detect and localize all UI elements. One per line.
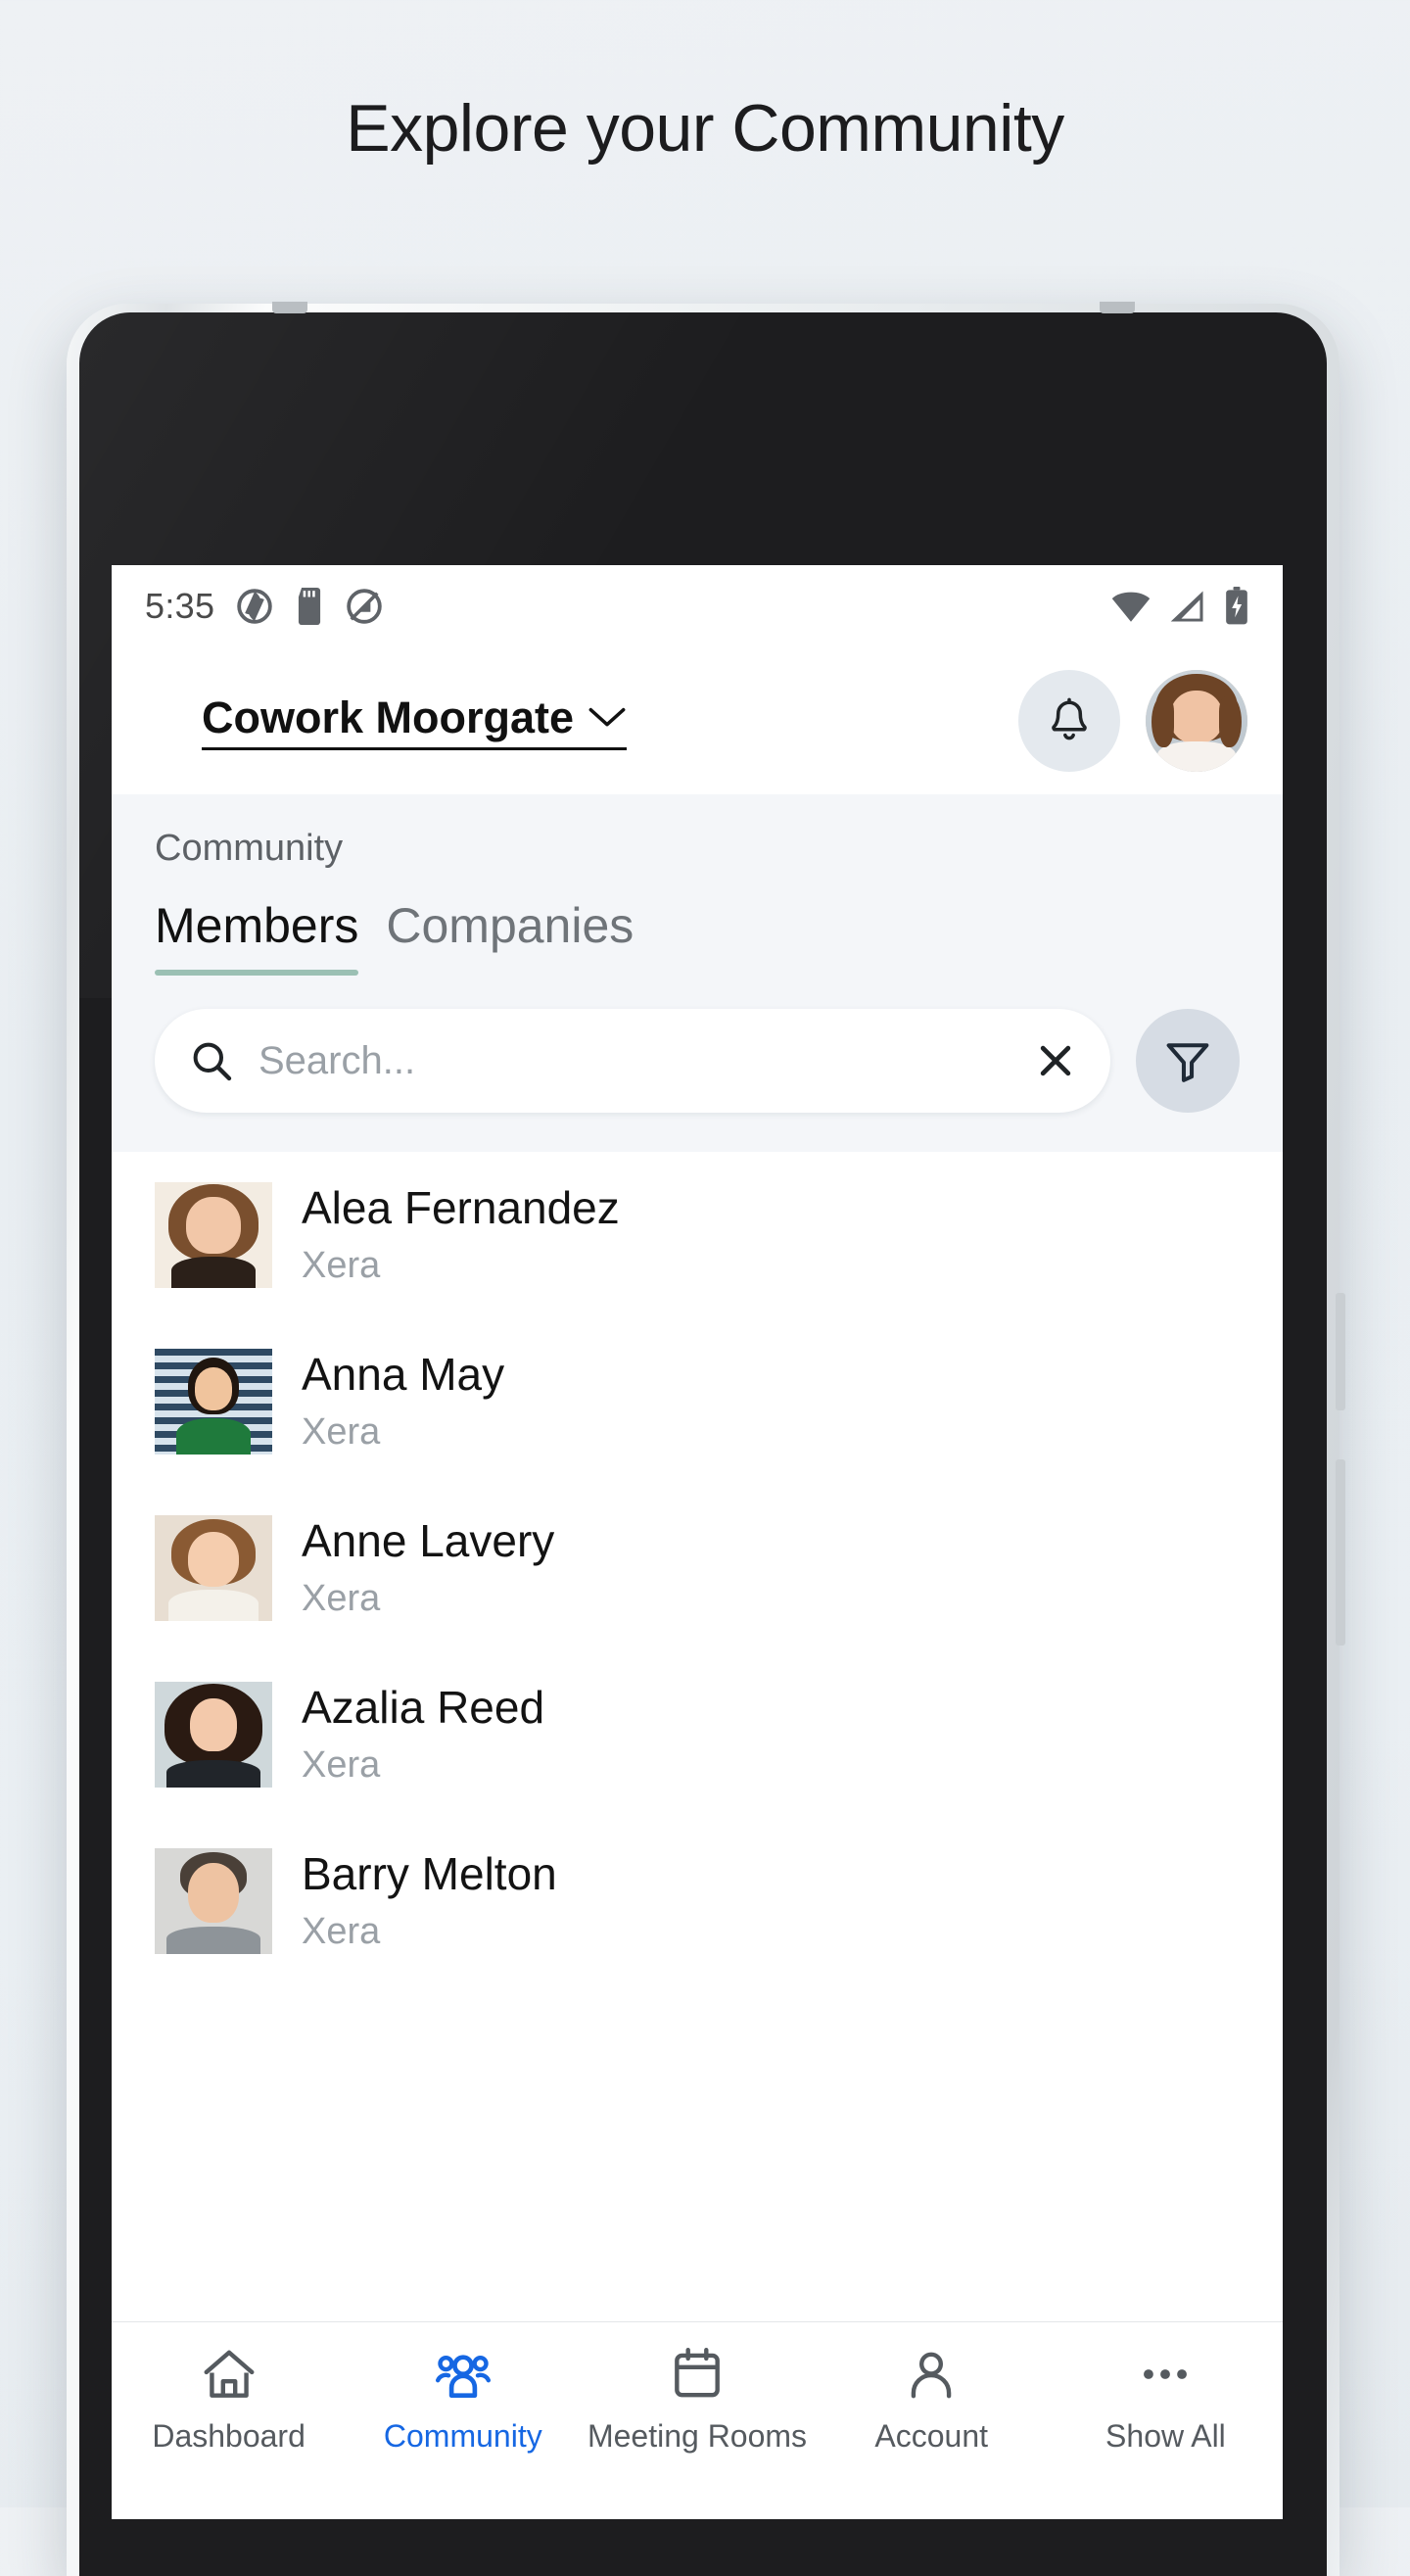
cellular-signal-icon [1170, 591, 1203, 622]
sd-card-icon [299, 588, 321, 625]
bottom-navigation: Dashboard Community Meeting Rooms Accoun… [112, 2321, 1283, 2519]
calendar-icon [675, 2348, 720, 2398]
search-input-placeholder: Search... [258, 1038, 416, 1082]
list-item[interactable]: Anne Lavery Xera [112, 1485, 1283, 1651]
nav-item-show-all[interactable]: Show All [1049, 2344, 1283, 2456]
avatar[interactable] [1146, 670, 1247, 772]
nav-item-dashboard[interactable]: Dashboard [112, 2344, 346, 2456]
member-photo [155, 1349, 272, 1455]
home-icon [204, 2350, 255, 2398]
member-info: Anne Lavery Xera [302, 1516, 554, 1620]
tab-members-label: Members [155, 898, 359, 953]
tab-members[interactable]: Members [155, 897, 359, 976]
member-photo [155, 1515, 272, 1621]
app-header: Cowork Moorgate [112, 647, 1283, 794]
notifications-button[interactable] [1018, 670, 1120, 772]
battery-charging-icon [1226, 587, 1247, 625]
list-item[interactable]: Azalia Reed Xera [112, 1651, 1283, 1818]
member-name: Anna May [302, 1349, 505, 1401]
ellipsis-icon [1144, 2369, 1188, 2379]
member-info: Anna May Xera [302, 1350, 504, 1454]
member-company: Xera [302, 1910, 381, 1952]
wifi-icon [1111, 592, 1151, 622]
nav-label-meeting-rooms: Meeting Rooms [587, 2418, 808, 2454]
power-button[interactable] [1336, 1459, 1345, 1646]
community-section: Community Members Companies Search... [112, 794, 1283, 1152]
do-not-disturb-icon [347, 589, 383, 624]
venue-selector[interactable]: Cowork Moorgate [202, 692, 628, 750]
member-name: Barry Melton [302, 1848, 557, 1900]
status-time: 5:35 [145, 586, 215, 626]
list-item[interactable]: Barry Melton Xera [112, 1818, 1283, 1984]
venue-label: Cowork Moorgate [202, 692, 575, 742]
member-photo [155, 1682, 272, 1788]
page-title: Explore your Community [346, 91, 1064, 166]
nav-item-community[interactable]: Community [346, 2344, 580, 2456]
nav-label-dashboard: Dashboard [152, 2418, 306, 2454]
member-name: Alea Fernandez [302, 1182, 620, 1234]
status-right-icons [1110, 587, 1249, 626]
chevron-down-icon [588, 707, 626, 726]
member-photo [155, 1182, 272, 1288]
tab-companies[interactable]: Companies [386, 897, 634, 976]
filter-button[interactable] [1136, 1009, 1240, 1113]
member-photo [155, 1848, 272, 1954]
filter-icon [1166, 1043, 1209, 1082]
list-item[interactable]: Anna May Xera [112, 1318, 1283, 1485]
member-info: Barry Melton Xera [302, 1849, 557, 1953]
member-name: Anne Lavery [302, 1515, 555, 1567]
camera-shutter-icon [237, 589, 273, 624]
member-company: Xera [302, 1410, 381, 1453]
bell-icon [1052, 697, 1087, 740]
search-row: Search... [112, 976, 1283, 1152]
phone-screen: 5:35 Cowork Moorgate Community Members C… [112, 565, 1283, 2519]
close-icon[interactable] [1034, 1039, 1077, 1082]
nav-label-show-all: Show All [1105, 2418, 1226, 2454]
members-list: Alea Fernandez Xera Anna May Xera Anne L… [112, 1152, 1283, 1984]
nav-item-account[interactable]: Account [815, 2344, 1049, 2456]
member-name: Azalia Reed [302, 1682, 545, 1734]
phone-mockup: 5:35 Cowork Moorgate Community Members C… [67, 302, 1345, 2576]
tab-companies-label: Companies [386, 898, 634, 953]
section-title: Community [155, 828, 344, 869]
member-company: Xera [302, 1743, 381, 1786]
people-group-icon [435, 2355, 491, 2399]
member-company: Xera [302, 1244, 381, 1286]
list-item[interactable]: Alea Fernandez Xera [112, 1152, 1283, 1318]
person-icon [911, 2352, 952, 2399]
search-field[interactable]: Search... [155, 1009, 1110, 1113]
status-left-icons [236, 588, 383, 625]
tab-bar: Members Companies [112, 897, 1283, 976]
search-icon [193, 1042, 232, 1081]
nav-label-account: Account [874, 2418, 989, 2454]
volume-button[interactable] [1336, 1293, 1345, 1410]
header-actions [1018, 670, 1247, 772]
member-info: Azalia Reed Xera [302, 1683, 544, 1787]
status-bar: 5:35 [112, 565, 1283, 647]
nav-item-meeting-rooms[interactable]: Meeting Rooms [580, 2344, 814, 2456]
member-company: Xera [302, 1577, 381, 1619]
member-info: Alea Fernandez Xera [302, 1183, 620, 1287]
frame-nub-left [272, 302, 307, 313]
frame-nub-right [1100, 302, 1135, 313]
nav-label-community: Community [383, 2418, 542, 2454]
